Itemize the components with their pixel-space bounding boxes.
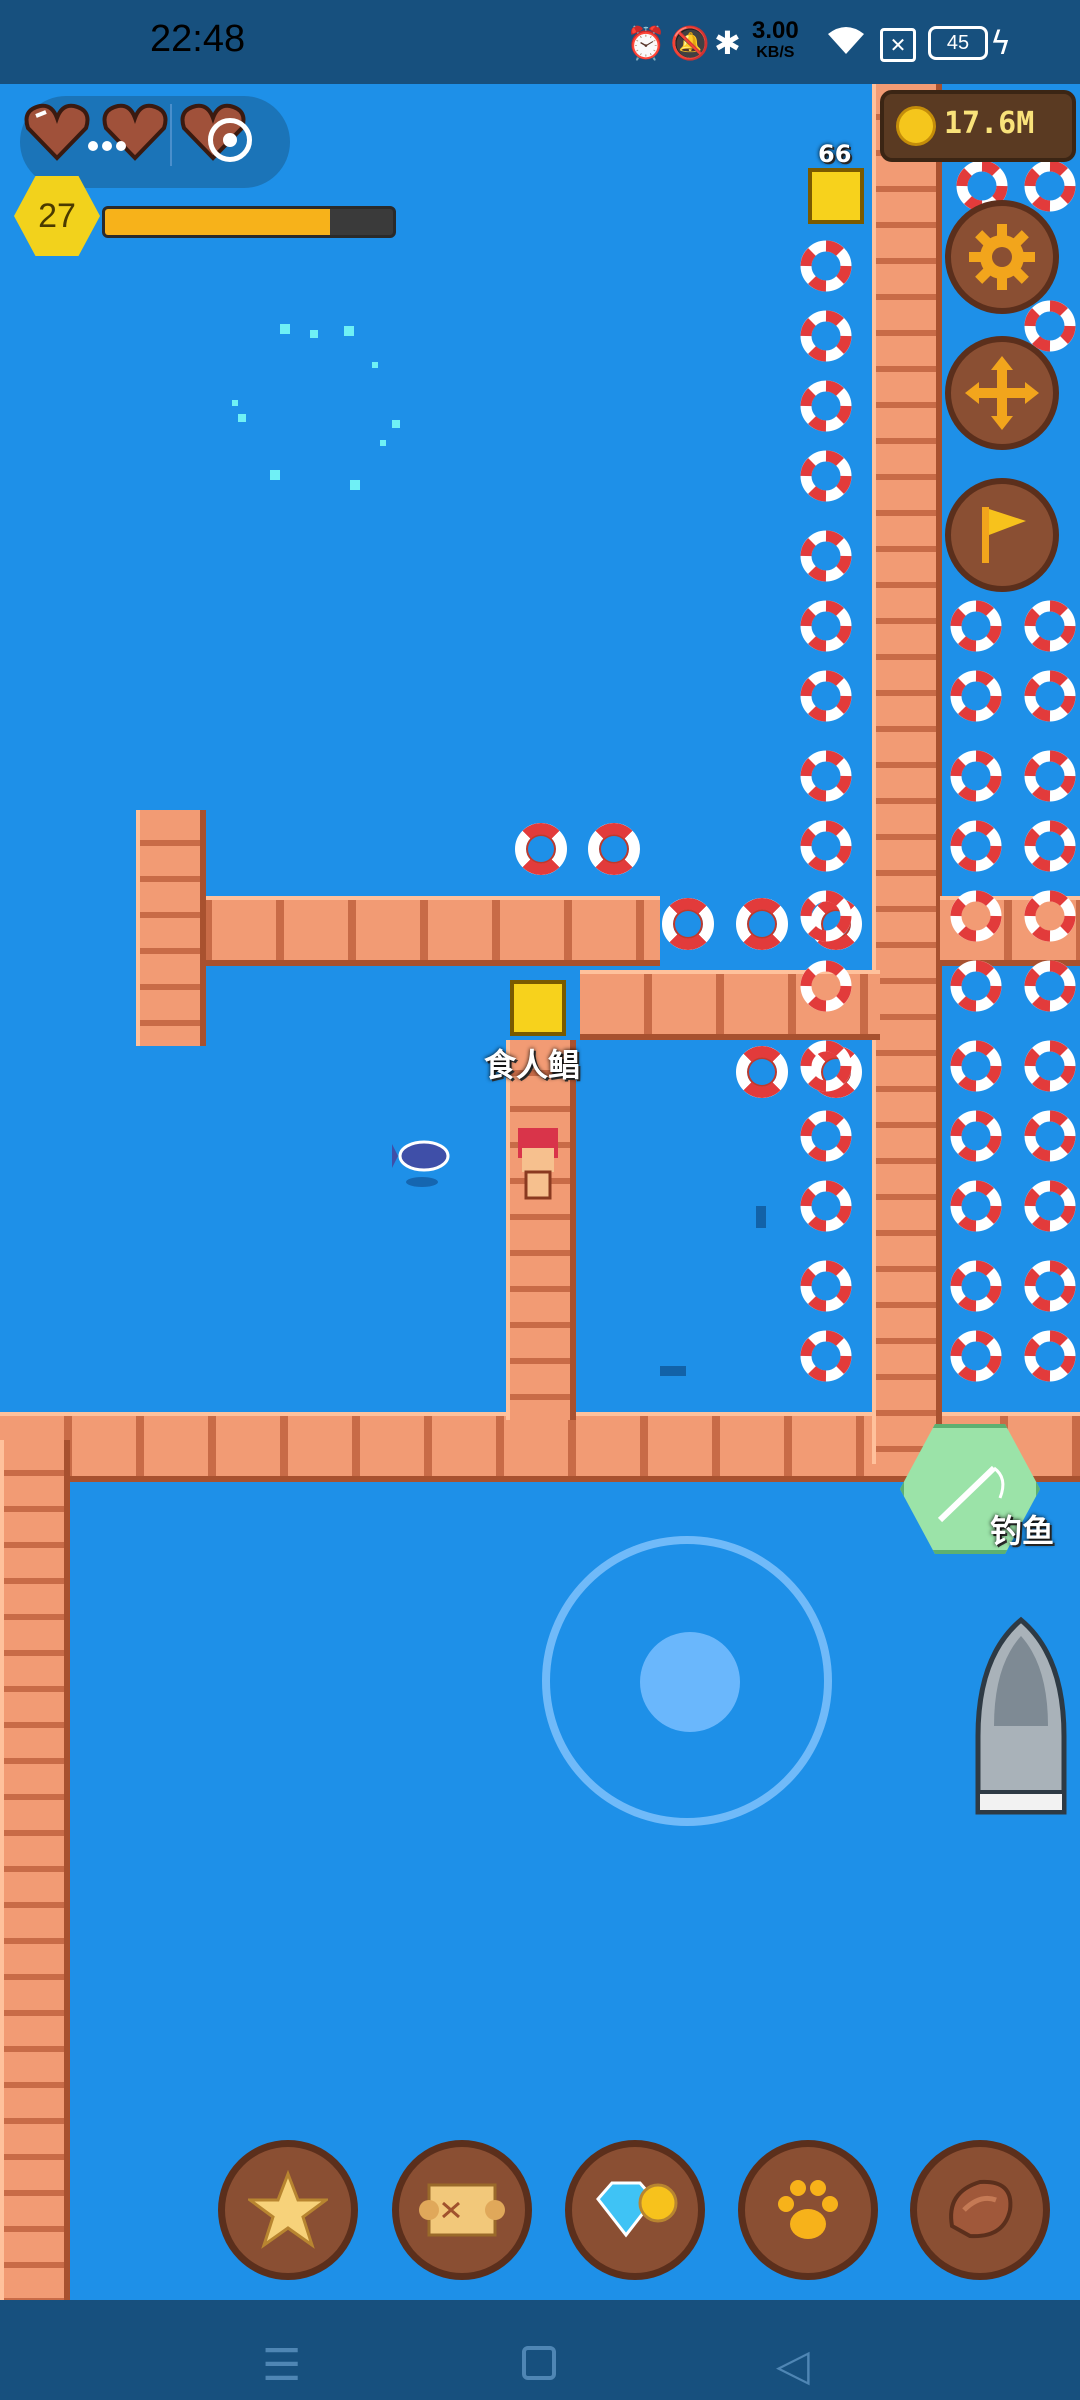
coin-icon [896,106,936,146]
mute-icon: 🔕 [670,24,710,62]
wifi-icon [826,24,866,64]
nav-back-button[interactable]: ◁ [776,2340,810,2391]
fishing-label: 钓鱼 [990,1512,1055,1550]
water-sparkle-effect [232,324,400,490]
flag-icon [982,507,1026,563]
map-button[interactable] [392,2140,532,2280]
settings-button[interactable] [945,200,1059,314]
npc-chest-icon[interactable] [510,980,566,1036]
coin-counter: 17.6M [880,90,1076,162]
nav-home-button[interactable] [522,2346,556,2380]
life-ring [662,898,714,950]
meat-icon [949,2179,1013,2239]
status-time: 22:48 [150,18,246,60]
alarm-icon: ⏰ [626,24,666,62]
level-badge: 27 [14,176,100,256]
target-icon[interactable] [208,118,252,162]
shop-button[interactable] [565,2140,705,2280]
water-marker [660,1366,686,1376]
heart-icon [102,103,168,161]
xp-bar [102,206,396,238]
inventory-button[interactable] [910,2140,1050,2280]
move-arrows-icon [965,356,1039,430]
life-ring-column [800,150,1080,1400]
charging-icon: ϟ [990,24,1012,62]
gear-icon [969,224,1035,290]
star-icon [248,2170,328,2249]
pets-button[interactable] [738,2140,878,2280]
boat-icon[interactable] [968,1616,1074,1826]
move-button[interactable] [945,336,1059,450]
xp-bar-fill [105,209,330,235]
life-ring [736,1046,788,1098]
map-scroll-icon [419,2183,505,2237]
battery-indicator: 45 [928,26,988,60]
net-speed-unit: KB/S [756,44,795,61]
life-ring [515,823,567,875]
dock-vertical-middle [506,1040,576,1420]
chest-count-label: 66 [818,140,852,168]
player-character [518,1128,558,1200]
dock-horizontal-upper [140,896,660,966]
net-speed-value: 3.00 [752,17,799,44]
treasure-chest-icon[interactable] [808,168,864,224]
paw-icon [778,2180,838,2239]
panel-divider [170,104,172,166]
typing-dots-icon [88,136,128,151]
life-ring [736,898,788,950]
favorites-button[interactable] [218,2140,358,2280]
dock-vertical-left [0,1440,70,2400]
gems-coins-icon [596,2181,678,2238]
sim-x-icon: ✕ [880,28,916,62]
nav-menu-button[interactable]: ☰ [262,2340,301,2391]
fish-drop-icon[interactable] [392,1126,456,1190]
npc-name-label: 食人鲳 [484,1046,581,1084]
net-speed: 3.00 KB/S [752,17,799,64]
joystick-knob[interactable] [640,1632,740,1732]
water-marker [756,1206,766,1228]
flag-button[interactable] [945,478,1059,592]
heart-icon [24,103,90,161]
dock-vertical-small [136,810,206,1046]
life-ring [588,823,640,875]
bluetooth-icon: ✱ [714,24,741,62]
coin-value: 17.6M [944,106,1035,141]
